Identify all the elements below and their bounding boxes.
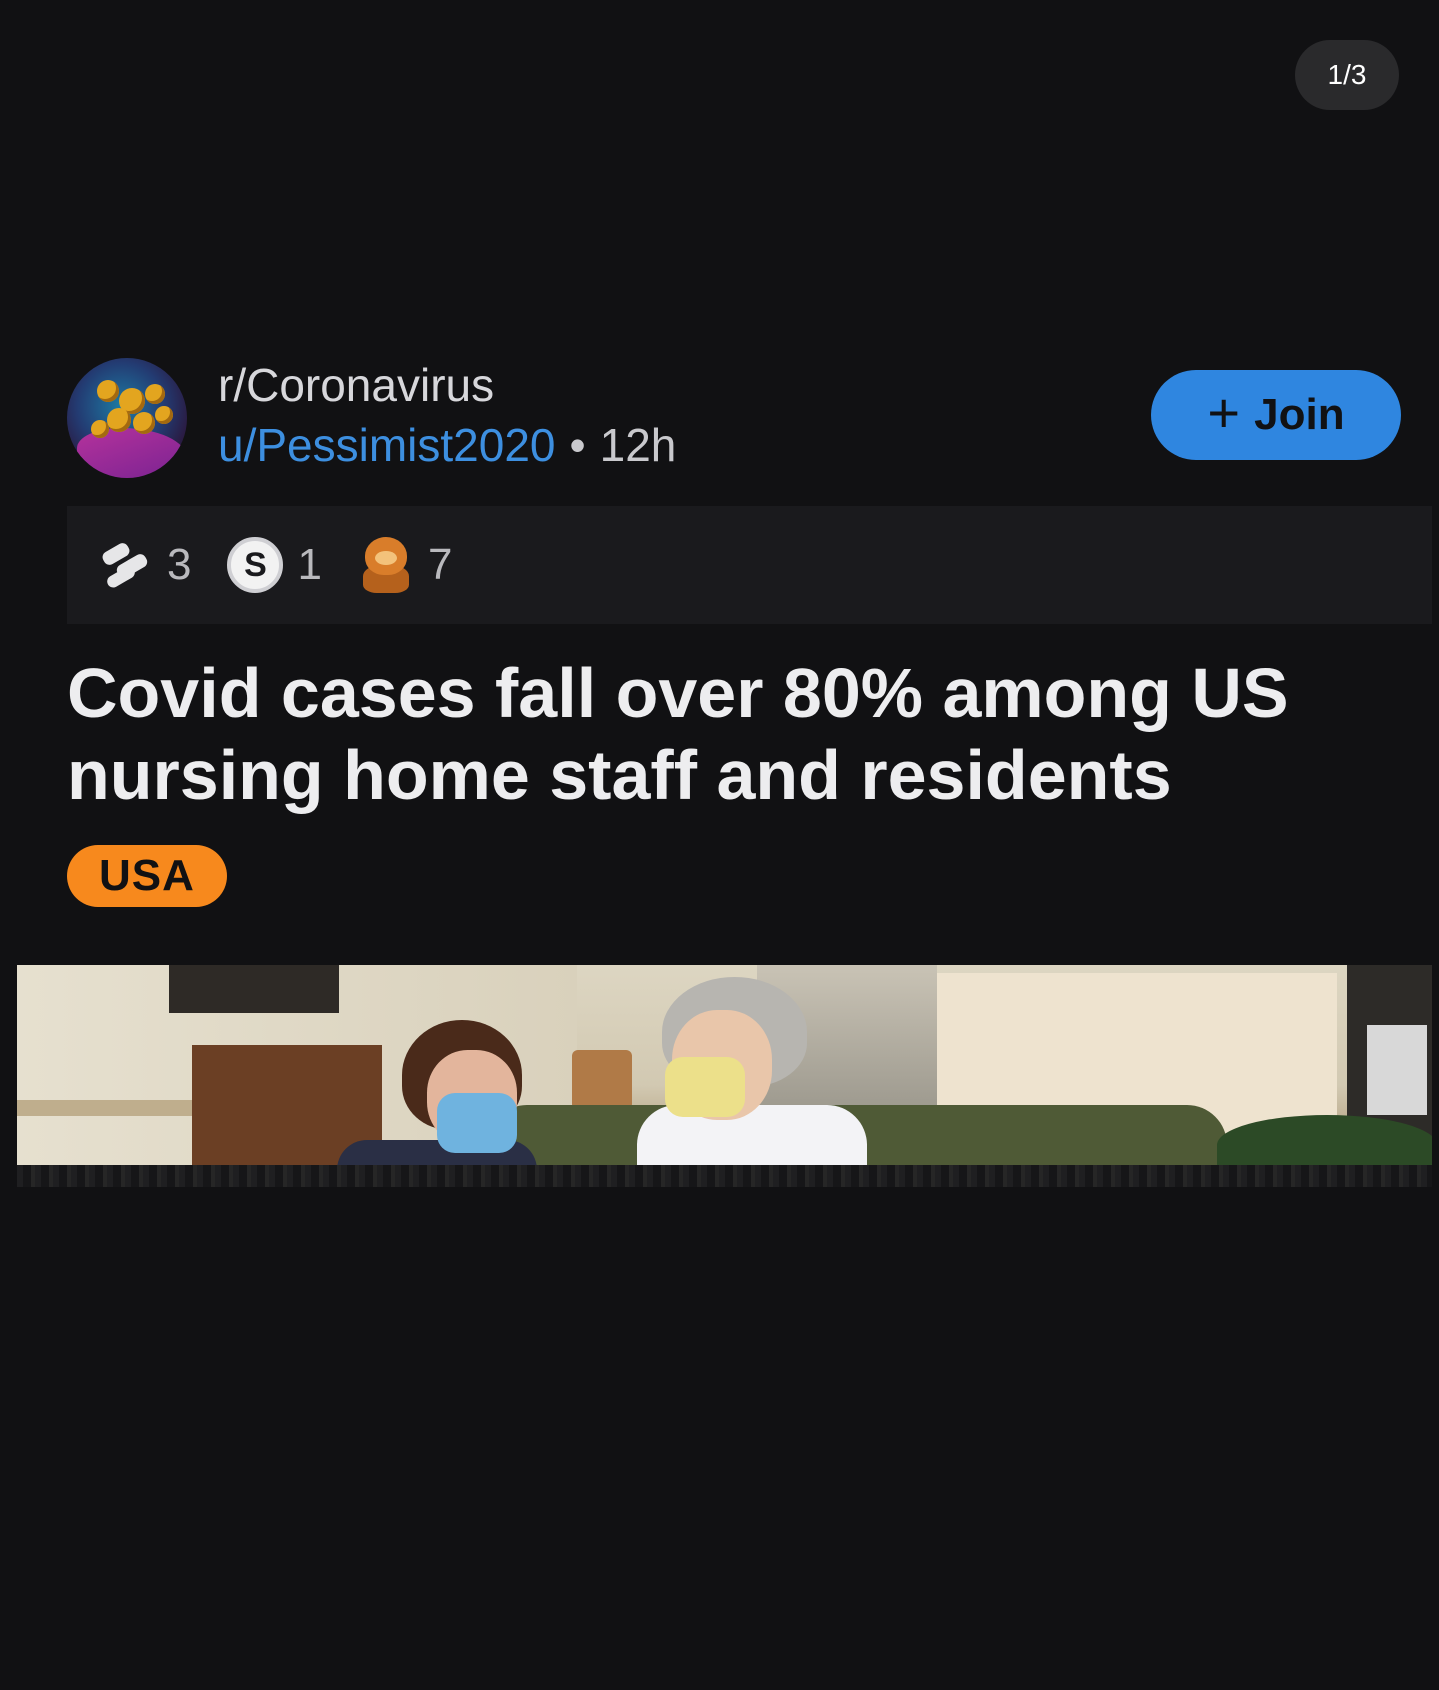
award-count: 3: [167, 540, 192, 589]
virus-blob: [155, 406, 173, 424]
virus-blob: [133, 412, 155, 434]
image-cabinet-drawers: [1367, 1025, 1427, 1115]
subreddit-avatar[interactable]: [67, 358, 187, 478]
award-count: 1: [297, 540, 322, 589]
virus-blob: [91, 420, 109, 438]
post-card: r/Coronavirus u/Pessimist2020 • 12h + Join…: [0, 350, 1439, 1200]
virus-blob: [107, 408, 131, 432]
hands-award-icon: [97, 537, 153, 593]
post-flair[interactable]: USA: [67, 845, 227, 907]
virus-blob: [97, 380, 119, 402]
join-button[interactable]: + Join: [1151, 370, 1401, 460]
post-title[interactable]: Covid cases fall over 80% among US nursi…: [67, 652, 1397, 816]
awards-bar[interactable]: 3 S 1 7: [67, 506, 1432, 624]
image-rail: [17, 1100, 217, 1116]
bear-award-icon: [358, 537, 414, 593]
virus-blob: [145, 384, 165, 404]
image-blue-mask: [437, 1093, 517, 1153]
image-edge: [17, 1165, 1432, 1187]
award-hands[interactable]: 3: [97, 537, 191, 593]
post-age: 12h: [599, 419, 677, 471]
award-bear[interactable]: 7: [358, 537, 452, 593]
image-frame: [169, 965, 339, 1013]
plus-icon: +: [1207, 381, 1241, 444]
post-thumbnail-image[interactable]: [17, 965, 1432, 1165]
subreddit-name[interactable]: r/Coronavirus: [218, 358, 494, 412]
silver-s-award-icon: S: [227, 537, 284, 593]
award-silver[interactable]: S 1: [227, 537, 322, 593]
image-yellow-mask: [665, 1057, 745, 1117]
award-count: 7: [427, 540, 453, 589]
join-button-label: Join: [1254, 390, 1345, 439]
image-chair: [572, 1050, 632, 1110]
byline-separator: •: [569, 419, 586, 471]
page-counter: 1/3: [1295, 40, 1399, 110]
post-byline: u/Pessimist2020 • 12h: [218, 418, 676, 472]
image-person-right-body: [637, 1105, 867, 1165]
author-username[interactable]: u/Pessimist2020: [218, 419, 556, 471]
